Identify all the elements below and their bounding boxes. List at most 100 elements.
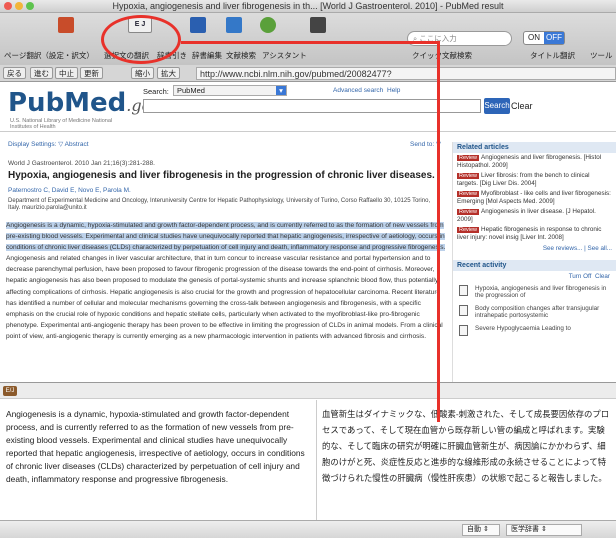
forward-button[interactable]: 進む xyxy=(30,67,53,79)
translated-text[interactable]: 血管新生はダイナミックな、低酸素-刺激された、そして成長要因依存のプロセスであっ… xyxy=(322,406,612,486)
back-button[interactable]: 戻る xyxy=(3,67,26,79)
reload-button[interactable]: 更新 xyxy=(80,67,103,79)
document-icon xyxy=(459,285,468,296)
mode-select-value: 自動 xyxy=(467,526,481,533)
assistant-button[interactable] xyxy=(296,17,340,37)
page-translate-icon xyxy=(58,17,74,33)
search-button[interactable]: Search xyxy=(484,98,510,114)
abstract-selection[interactable]: Angiogenesis is a dynamic, hypoxia-stimu… xyxy=(6,222,446,252)
document-icon xyxy=(459,325,468,336)
article-title: Hypoxia, angiogenesis and liver fibrogen… xyxy=(8,170,435,181)
chevron-updown-icon: ⇕ xyxy=(540,526,547,533)
translation-panel: E/J Angiogenesis is a dynamic, hypoxia-s… xyxy=(0,382,616,521)
review-badge: Review xyxy=(457,209,480,215)
review-badge: Review xyxy=(457,227,480,233)
window-title: Hypoxia, angiogenesis and liver fibrogen… xyxy=(112,1,504,11)
zoom-out-button[interactable]: 縮小 xyxy=(131,67,154,79)
pubmed-search-input[interactable] xyxy=(143,99,481,113)
toolbar-label-tools: ツール xyxy=(590,51,613,60)
title-translate-toggle[interactable]: ON OFF xyxy=(523,31,565,45)
related-item[interactable]: Review Hepatic fibrogenesis in response t… xyxy=(453,225,616,243)
related-item[interactable]: Review Angiogenesis in liver disease. [J … xyxy=(453,207,616,225)
chevron-updown-icon: ⇕ xyxy=(482,526,489,533)
toolbar-label-selection: 選択文の翻訳 xyxy=(104,51,149,60)
zoom-window-button[interactable] xyxy=(26,2,34,10)
see-more-links[interactable]: See reviews... | See all... xyxy=(453,243,616,254)
pubmed-logo[interactable]: PubMed.gov xyxy=(8,88,160,118)
dictionary-select[interactable]: 医学辞書 ⇕ xyxy=(506,524,582,536)
related-item[interactable]: Review Liver fibrosis: from the bench to … xyxy=(453,171,616,189)
database-select[interactable]: PubMed ▾ xyxy=(173,85,287,96)
dictionary-icon xyxy=(190,17,206,33)
status-bar: 自動 ⇕ 医学辞書 ⇕ xyxy=(0,520,616,538)
journal-citation[interactable]: World J Gastroenterol. 2010 Jan 21;16(3)… xyxy=(8,160,155,167)
abstract-rest: Angiogenesis and related changes in live… xyxy=(6,255,443,340)
quick-search-input[interactable]: ⌕ ここに入力 xyxy=(407,31,512,46)
ej-panel-icon[interactable]: E/J xyxy=(3,386,17,396)
clear-activity-link[interactable]: Clear xyxy=(595,273,610,280)
stop-button[interactable]: 中止 xyxy=(55,67,78,79)
main-content: Display Settings: ▽ Abstract Send to: ▽ … xyxy=(0,132,616,382)
turn-off-link[interactable]: Turn Off xyxy=(569,273,592,280)
clear-button[interactable]: Clear xyxy=(511,98,533,114)
dictionary-edit-icon xyxy=(226,17,242,33)
source-text[interactable]: Angiogenesis is a dynamic, hypoxia-stimu… xyxy=(6,408,311,486)
activity-item[interactable]: Severe Hypoglycaemia Leading to xyxy=(453,322,616,336)
related-articles-heading: Related articles xyxy=(453,142,616,153)
activity-item[interactable]: Body composition changes after transjugu… xyxy=(453,302,616,322)
toolbar-label-assistant: アシスタント xyxy=(262,51,307,60)
minimize-window-button[interactable] xyxy=(15,2,23,10)
related-item-text: Myofibroblast - like cells and liver fib… xyxy=(457,190,611,205)
send-to-link[interactable]: Send to: ▽ xyxy=(410,140,441,148)
toolbar-label-page-translate: ページ翻訳（設定・訳文） xyxy=(4,51,94,60)
review-badge: Review xyxy=(457,173,480,179)
magnifier-icon xyxy=(260,17,276,33)
toolbar-label-dict-edit: 辞書編集 xyxy=(192,51,222,60)
abstract-text[interactable]: Angiogenesis is a dynamic, hypoxia-stimu… xyxy=(6,220,446,342)
toolbar-label-lit-search: 文献検索 xyxy=(226,51,256,60)
search-label: Search: xyxy=(143,87,169,96)
affiliation: Department of Experimental Medicine and … xyxy=(8,198,431,211)
review-badge: Review xyxy=(457,155,480,161)
display-settings-link[interactable]: Display Settings: ▽ Abstract xyxy=(8,140,89,148)
mode-select[interactable]: 自動 ⇕ xyxy=(462,524,500,536)
page-translate-button[interactable] xyxy=(44,17,88,37)
activity-text: Hypoxia, angiogenesis and liver fibrogen… xyxy=(475,285,607,299)
dictionary-select-value: 医学辞書 xyxy=(511,526,539,533)
panel-divider[interactable] xyxy=(316,400,317,521)
review-badge: Review xyxy=(457,191,480,197)
close-window-button[interactable] xyxy=(4,2,12,10)
toggle-on-label: ON xyxy=(528,33,540,42)
activity-text: Severe Hypoglycaemia Leading to xyxy=(475,325,571,332)
quick-search-placeholder: ここに入力 xyxy=(419,34,457,43)
toolbar-label-title-translate: タイトル翻訳 xyxy=(530,51,575,60)
window-titlebar: Hypoxia, angiogenesis and liver fibrogen… xyxy=(0,0,616,13)
document-icon xyxy=(459,305,468,316)
toolbar-label-dictionary: 辞書引き xyxy=(157,51,187,60)
database-select-value: PubMed xyxy=(177,86,205,95)
activity-controls: Turn Off Clear xyxy=(453,271,616,282)
selection-translate-button[interactable]: E J xyxy=(118,17,162,37)
recent-activity-heading: Recent activity xyxy=(453,260,616,271)
related-item[interactable]: Review Angiogenesis and liver fibrogenesi… xyxy=(453,153,616,171)
browser-navbar: 戻る 進む 中止 更新 縮小 拡大 http://www.ncbi.nlm.ni… xyxy=(0,65,616,91)
toggle-off-label: OFF xyxy=(544,32,564,44)
translation-panel-toolbar: E/J xyxy=(0,383,616,399)
logo-text: PubMed xyxy=(8,88,127,118)
toolbar-label-quick-search: クイック文献検索 xyxy=(412,51,472,60)
ej-icon: E J xyxy=(128,17,152,33)
activity-text: Body composition changes after transjugu… xyxy=(475,305,600,319)
literature-search-button[interactable] xyxy=(246,17,290,37)
pubmed-header: PubMed.gov U.S. National Library of Medi… xyxy=(0,82,616,132)
help-link[interactable]: Help xyxy=(387,87,400,94)
zoom-in-button[interactable]: 拡大 xyxy=(157,67,180,79)
related-item[interactable]: Review Myofibroblast - like cells and liv… xyxy=(453,189,616,207)
url-field[interactable]: http://www.ncbi.nlm.nih.gov/pubmed/20082… xyxy=(196,67,616,91)
advanced-search-link[interactable]: Advanced search xyxy=(333,87,383,94)
translator-toolbar: E J ページ翻訳（設定・訳文） 選択文の翻訳 辞書引き 辞書編集 文献検索 ア… xyxy=(0,13,616,65)
nlm-subtitle: U.S. National Library of Medicine Nation… xyxy=(10,118,113,130)
author-list[interactable]: Paternostro C, David E, Novo E, Parola M… xyxy=(8,187,131,194)
activity-item[interactable]: Hypoxia, angiogenesis and liver fibrogen… xyxy=(453,282,616,302)
assistant-icon xyxy=(310,17,326,33)
sidebar: Related articles Review Angiogenesis and … xyxy=(452,142,616,382)
